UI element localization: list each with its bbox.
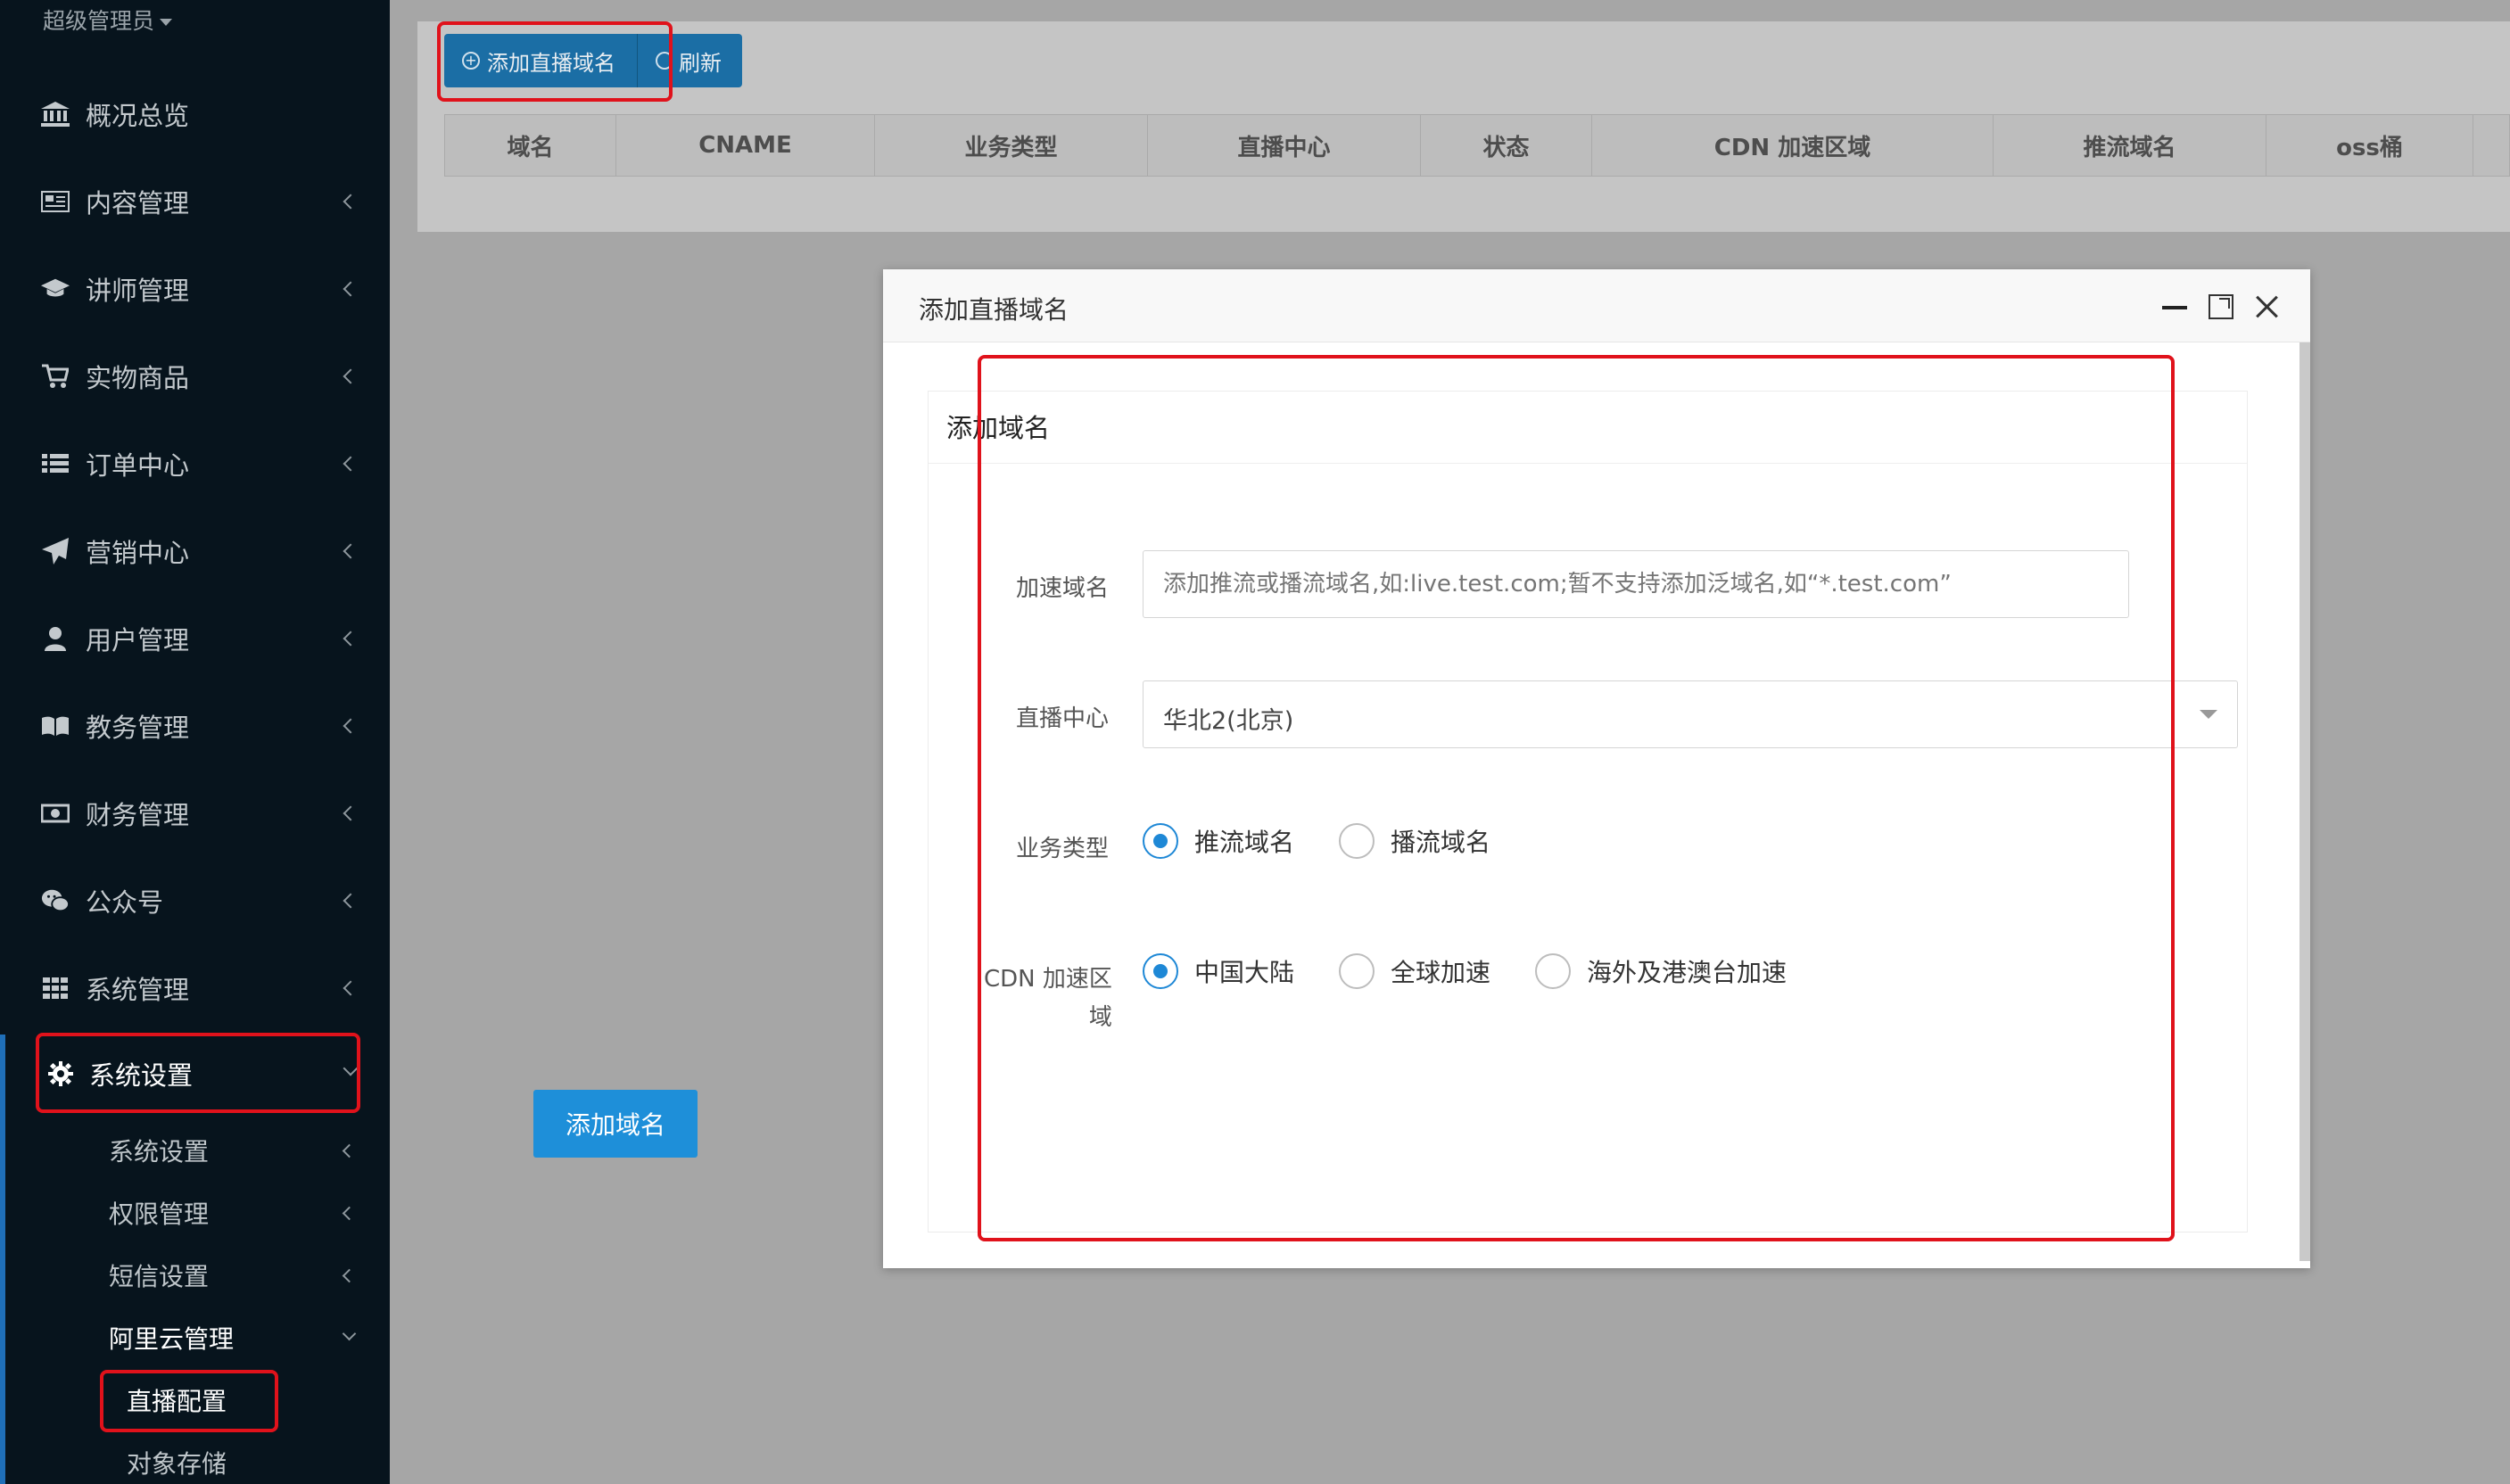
sidebar-item-label: 概况总览 [86, 101, 190, 131]
chevron-left-icon [343, 980, 359, 996]
sidebar-subitem-permissions[interactable]: 权限管理 [0, 1188, 390, 1238]
sidebar-subitem-aliyun[interactable]: 阿里云管理 [0, 1313, 390, 1363]
sidebar-item-goods[interactable]: 实物商品 [0, 350, 390, 403]
sidebar: 超级管理员 概况总览 内容管理 讲师管理 实物商品 订单中心 营销中心 用户管理… [0, 0, 390, 1484]
chevron-left-icon [343, 281, 359, 297]
sidebar-item-orders[interactable]: 订单中心 [0, 437, 390, 491]
sidebar-item-users[interactable]: 用户管理 [0, 612, 390, 665]
sidebar-item-marketing[interactable]: 营销中心 [0, 524, 390, 578]
bank-icon [41, 100, 70, 128]
column-header[interactable]: 状态 [1421, 115, 1592, 176]
money-icon [41, 799, 70, 828]
sidebar-subitem-label: 对象存储 [127, 1449, 227, 1479]
paper-plane-icon [41, 537, 70, 565]
sidebar-subitem-label: 短信设置 [109, 1262, 210, 1291]
chevron-left-icon [343, 718, 359, 734]
sidebar-item-label: 订单中心 [86, 450, 190, 481]
add-domain-submit-button[interactable]: 添加域名 [533, 1090, 698, 1158]
dropdown-arrow-icon [2200, 710, 2217, 719]
chevron-left-icon [343, 194, 359, 210]
maximize-icon[interactable] [2209, 294, 2233, 319]
column-header[interactable]: 业务类型 [875, 115, 1148, 176]
sidebar-item-label: 用户管理 [86, 625, 190, 655]
user-icon [41, 624, 70, 653]
graduation-cap-icon [41, 275, 70, 303]
highlight-add-domain-form [978, 355, 2175, 1241]
sidebar-item-wechat[interactable]: 公众号 [0, 874, 390, 928]
column-header[interactable]: 域名 [445, 115, 616, 176]
sidebar-item-overview[interactable]: 概况总览 [0, 87, 390, 141]
chevron-left-icon [343, 368, 359, 384]
sidebar-item-finance[interactable]: 财务管理 [0, 787, 390, 840]
caret-down-icon [160, 19, 173, 26]
user-name: 超级管理员 [43, 8, 155, 34]
sidebar-item-lecturer[interactable]: 讲师管理 [0, 262, 390, 316]
sidebar-item-label: 系统管理 [86, 975, 190, 1005]
chevron-left-icon [343, 631, 359, 647]
column-header[interactable]: oss桶 [2266, 115, 2473, 176]
column-header[interactable]: 推流域名 [1994, 115, 2266, 176]
newspaper-icon [41, 187, 70, 216]
sidebar-item-content[interactable]: 内容管理 [0, 175, 390, 228]
chevron-left-icon [342, 1143, 357, 1158]
sidebar-item-system-management[interactable]: 系统管理 [0, 961, 390, 1015]
sidebar-subitem-sms[interactable]: 短信设置 [0, 1250, 390, 1300]
close-icon[interactable] [2255, 294, 2280, 319]
chevron-left-icon [343, 805, 359, 821]
sidebar-item-label: 实物商品 [86, 363, 190, 393]
sidebar-subitem-label: 阿里云管理 [109, 1324, 235, 1354]
sidebar-subitem-label: 系统设置 [109, 1137, 210, 1167]
highlight-add-button [437, 21, 673, 102]
sidebar-item-label: 营销中心 [86, 538, 190, 568]
sidebar-subitem-label: 权限管理 [109, 1200, 210, 1229]
grid-icon [41, 974, 70, 1002]
list-icon [41, 449, 70, 478]
chevron-left-icon [343, 456, 359, 472]
dialog-header[interactable]: 添加直播域名 [883, 269, 2310, 342]
column-header[interactable]: CDN 加速区域 [1592, 115, 1994, 176]
dialog-scrollbar[interactable] [2299, 342, 2310, 1261]
sidebar-item-label: 财务管理 [86, 800, 190, 830]
sidebar-item-label: 内容管理 [86, 188, 190, 218]
sidebar-item-label: 讲师管理 [86, 276, 190, 306]
user-menu[interactable]: 超级管理员 [43, 4, 173, 36]
sidebar-item-academic[interactable]: 教务管理 [0, 699, 390, 753]
refresh-label: 刷新 [679, 50, 722, 76]
chevron-left-icon [343, 893, 359, 909]
cart-icon [41, 362, 70, 391]
minimize-icon[interactable] [2162, 294, 2187, 319]
column-header[interactable]: CNAME [616, 115, 875, 176]
sidebar-item-label: 公众号 [86, 887, 164, 918]
chevron-left-icon [342, 1206, 357, 1220]
chevron-down-icon [342, 1326, 357, 1341]
chevron-left-icon [343, 543, 359, 559]
sidebar-subitem-system-settings[interactable]: 系统设置 [0, 1125, 390, 1175]
highlight-live-config [100, 1370, 278, 1432]
chevron-left-icon [342, 1268, 357, 1282]
sidebar-item-label: 教务管理 [86, 713, 190, 743]
dialog-title: 添加直播域名 [919, 295, 1069, 325]
sidebar-subitem-object-storage[interactable]: 对象存储 [0, 1438, 390, 1484]
domain-table-header: 域名 CNAME 业务类型 直播中心 状态 CDN 加速区域 推流域名 oss桶 [444, 114, 2510, 177]
wechat-icon [41, 886, 70, 915]
book-icon [41, 712, 70, 740]
column-header[interactable]: 直播中心 [1148, 115, 1421, 176]
highlight-system-settings [36, 1033, 360, 1113]
